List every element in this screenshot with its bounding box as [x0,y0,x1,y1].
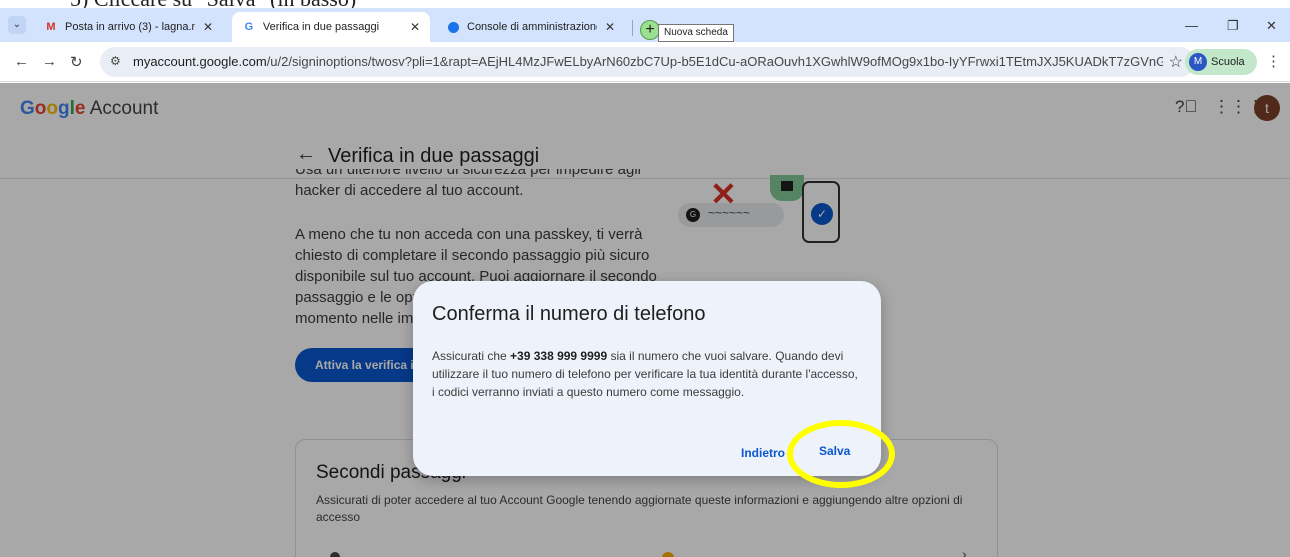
tab-title: Posta in arrivo (3) - lagna.marco [65,21,195,33]
browser-menu-icon[interactable]: ⋮ [1266,52,1281,70]
close-tab-icon[interactable]: ✕ [410,20,420,34]
back-button-clip: Indietro [741,444,787,462]
save-button[interactable]: Salva [819,444,850,458]
url-path: /u/2/signinoptions/twosv?pli=1&rapt=AEjH… [266,54,1163,69]
admin-console-icon [446,20,460,34]
url-host: myaccount.google.com [133,54,267,69]
tab-admin-console[interactable]: Console di amministrazione - S ✕ [436,12,625,42]
bookmark-star-icon[interactable]: ☆ [1169,52,1183,72]
reload-icon[interactable]: ↻ [70,53,83,71]
close-tab-icon[interactable]: ✕ [605,20,615,34]
restore-icon[interactable]: ❐ [1227,18,1239,34]
tab-strip: ⌄ M Posta in arrivo (3) - lagna.marco ✕ … [0,8,1290,42]
dialog-phone-number: +39 338 999 9999 [510,349,608,363]
dialog-body: Assicurati che +39 338 999 9999 sia il n… [432,347,862,401]
gmail-icon: M [46,21,56,33]
new-tab-tooltip: Nuova scheda [658,24,734,42]
new-tab-button[interactable]: + [640,20,660,40]
tab-verifica[interactable]: G Verifica in due passaggi ✕ [232,12,430,42]
address-bar[interactable]: ⚙ myaccount.google.com/u/2/signinoptions… [100,47,1195,77]
minimize-icon[interactable]: — [1185,18,1198,33]
profile-name: Scuola [1211,56,1245,68]
dialog-title: Conferma il numero di telefono [432,303,706,325]
browser-toolbar: ← → ↻ ⚙ myaccount.google.com/u/2/signino… [0,42,1290,82]
forward-icon[interactable]: → [42,53,57,70]
back-icon[interactable]: ← [14,53,29,70]
tab-gmail[interactable]: M Posta in arrivo (3) - lagna.marco ✕ [34,12,223,42]
tab-search-icon[interactable]: ⌄ [8,16,26,34]
profile-avatar: M [1189,53,1207,71]
tab-title: Console di amministrazione - S [467,21,597,33]
url-text[interactable]: myaccount.google.com/u/2/signinoptions/t… [133,54,1163,69]
google-icon: G [244,21,254,33]
profile-chip[interactable]: M Scuola [1185,49,1257,75]
confirm-phone-dialog: Conferma il numero di telefono Assicurat… [413,281,881,476]
back-button[interactable]: Indietro [741,446,785,460]
tab-title: Verifica in due passaggi [262,21,380,33]
tab-divider [632,20,633,36]
close-tab-icon[interactable]: ✕ [203,20,213,34]
site-settings-icon[interactable]: ⚙ [110,54,121,68]
dialog-body-pre: Assicurati che [432,349,511,363]
close-window-icon[interactable]: ✕ [1266,18,1277,34]
